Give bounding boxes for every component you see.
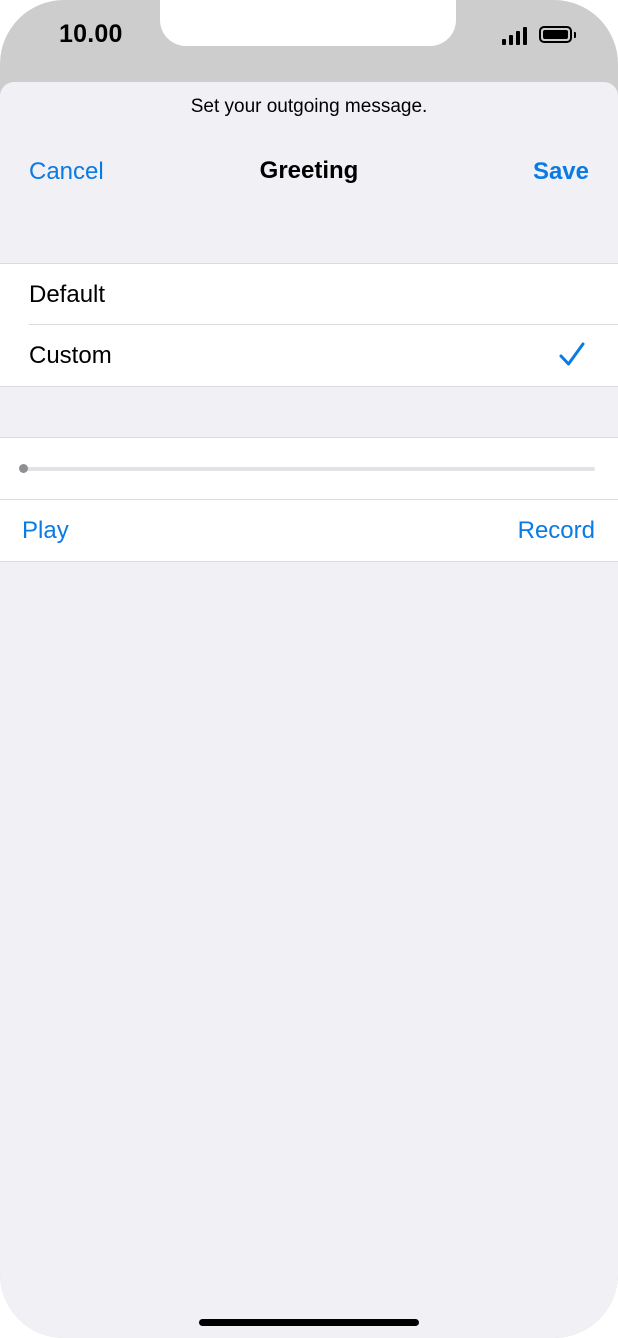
option-label: Default xyxy=(29,281,106,308)
option-label: Custom xyxy=(29,342,112,369)
battery-full-icon xyxy=(539,26,572,43)
home-indicator[interactable] xyxy=(199,1319,419,1326)
option-default[interactable]: Default xyxy=(0,264,618,325)
save-button[interactable]: Save xyxy=(533,158,589,186)
status-icons xyxy=(502,25,582,45)
action-row: Play Record xyxy=(0,500,618,561)
record-button[interactable]: Record xyxy=(518,517,595,545)
phone-frame: 10.00 Set your outgoing message. Cancel … xyxy=(0,0,618,1338)
page-title: Greeting xyxy=(259,157,359,184)
checkmark-icon xyxy=(559,342,585,366)
playback-progress-bar[interactable] xyxy=(23,467,595,471)
play-button[interactable]: Play xyxy=(22,517,69,545)
option-custom[interactable]: Custom xyxy=(0,325,618,386)
playback-group: Play Record xyxy=(0,437,618,562)
greeting-sheet: Set your outgoing message. Cancel Greeti… xyxy=(0,82,618,1338)
progress-row xyxy=(0,438,618,500)
greeting-options-group: Default Custom xyxy=(0,263,618,387)
sheet-prompt: Set your outgoing message. xyxy=(190,96,428,117)
status-time: 10.00 xyxy=(59,20,123,48)
notch xyxy=(160,0,456,46)
cellular-signal-icon xyxy=(502,25,532,45)
progress-knob[interactable] xyxy=(19,464,28,473)
